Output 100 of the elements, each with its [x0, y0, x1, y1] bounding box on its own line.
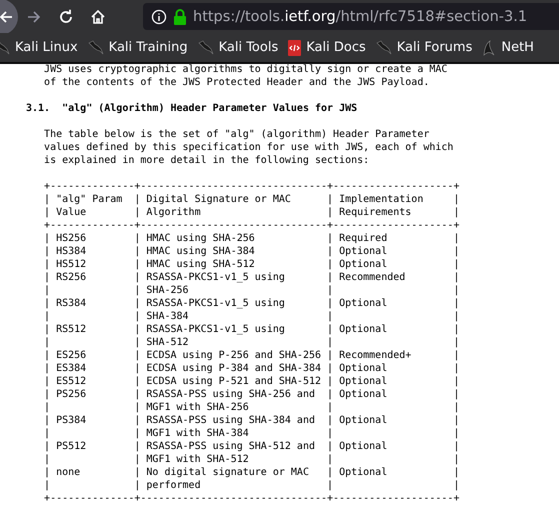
table-rule: | [134, 245, 140, 258]
table-rule: | [453, 362, 460, 375]
table-cell-text: ES512 [55, 375, 88, 388]
back-arrow-icon [0, 8, 14, 24]
table-rule: | | [327, 297, 334, 323]
table-cell-text: Recommended+ [338, 349, 412, 362]
table-rule: | | [44, 466, 50, 492]
address-bar[interactable]: https://tools.ietf.org/html/rfc7518#section-3.1 [143, 3, 559, 30]
table-cell-text: Optional [338, 388, 388, 402]
table-rule: | [453, 258, 460, 271]
table-rule: | [44, 245, 50, 258]
table-cell-text: Optional [338, 362, 388, 375]
section-number: 3.1. [26, 102, 50, 115]
table-cell-text: HMAC using SHA-256 [145, 232, 256, 245]
table-cell-text: Optional [338, 297, 388, 311]
bookmark-link[interactable]: NetH [482, 40, 534, 56]
bookmark-link[interactable]: Kali Training [88, 40, 188, 56]
bookmark-link[interactable]: Kali Forums [376, 40, 472, 56]
table-cell-text: RSASSA-PSS using SHA-384 and MGF1 with SHA-384 [145, 414, 316, 440]
table-rule: | [44, 362, 50, 375]
forward-arrow-icon [26, 8, 42, 24]
table-cell-text: ECDSA using P-384 and SHA-384 [145, 362, 322, 375]
table-rule: | | [453, 271, 460, 297]
table-rule: | [134, 375, 140, 388]
table-rule: | [44, 232, 50, 245]
table-cell-text: No digital signature or MAC performed [145, 466, 310, 492]
table-rule: | | [134, 193, 140, 219]
table-rule: | | [453, 193, 460, 219]
table-cell-text: HMAC using SHA-512 [145, 258, 256, 271]
table-cell-text: RSASSA-PSS using SHA-256 and MGF1 with SHA-256 [145, 388, 316, 414]
table-cell-text: Optional [338, 466, 388, 480]
table-rule: | | [453, 466, 460, 492]
table-cell-text: RS384 [55, 297, 88, 311]
table-cell-text: Required [338, 232, 388, 245]
table-rule: | | [134, 297, 140, 323]
column-header: "alg" Param Value [55, 193, 124, 219]
table-rule: | | [44, 271, 50, 297]
table-rule: | | [134, 466, 140, 492]
table-cell-text: HS512 [55, 258, 88, 271]
table-rule: | | [44, 388, 50, 414]
table-rule: | [327, 258, 334, 271]
body-paragraph: JWS uses cryptographic algorithms to digitally sign or create a MAC of the contents of the JWS Protected Header and the JWS Payload. [43, 63, 448, 89]
document-icon [288, 40, 302, 56]
table-rule: | | [134, 414, 140, 440]
table-rule: | [453, 245, 460, 258]
lock-icon[interactable] [173, 8, 187, 24]
url-text[interactable]: https://tools.ietf.org/html/rfc7518#section-3.1 [193, 8, 528, 24]
table-rule: | [453, 349, 460, 362]
table-rule: | | [453, 440, 460, 466]
table-rule: | | [134, 388, 140, 414]
table-rule: | | [134, 323, 140, 349]
table-cell-text: ECDSA using P-256 and SHA-256 [145, 349, 322, 362]
table-rule: | | [327, 414, 334, 440]
home-icon [90, 8, 106, 24]
table-cell-text: RSASSA-PKCS1-v1_5 using SHA-512 [145, 323, 286, 349]
table-cell-text: Optional [338, 414, 388, 428]
table-rule: | [134, 258, 140, 271]
column-header: Digital Signature or MAC Algorithm [145, 193, 292, 219]
table-cell-text: ES256 [55, 349, 88, 362]
table-cell-text: PS512 [55, 440, 88, 454]
table-rule: | [453, 375, 460, 388]
table-rule: | | [327, 388, 334, 414]
table-rule: | | [327, 323, 334, 349]
table-rule: | | [44, 297, 50, 323]
table-rule: | | [327, 271, 334, 297]
reload-icon [58, 8, 74, 24]
table-rule: | [134, 362, 140, 375]
table-rule: | | [453, 323, 460, 349]
table-rule: | [44, 349, 50, 362]
table-rule: +--------------+-------------------------------+--------------------+ [44, 219, 460, 232]
table-cell-text: none [55, 466, 82, 480]
table-cell-text: Optional [338, 375, 388, 388]
table-cell-text: PS256 [55, 388, 88, 402]
table-rule: | | [44, 323, 50, 349]
table-rule: | [327, 375, 334, 388]
table-rule: | | [44, 414, 50, 440]
table-cell-text: Optional [338, 323, 388, 337]
bookmark-link[interactable]: Kali Docs [288, 40, 366, 56]
table-rule: | | [327, 466, 334, 492]
table-rule: | [134, 349, 140, 362]
table-rule: | | [134, 440, 140, 466]
table-rule: | [44, 375, 50, 388]
table-rule: | [44, 258, 50, 271]
table-cell-text: ECDSA using P-521 and SHA-512 [145, 375, 322, 388]
table-rule: | [327, 232, 334, 245]
table-cell-text: ES384 [55, 362, 88, 375]
bookmark-link[interactable]: Kali Tools [198, 40, 278, 56]
table-cell-text: Optional [338, 245, 388, 258]
bookmark-link[interactable]: Kali Linux [0, 40, 78, 56]
info-icon[interactable] [151, 8, 167, 24]
table-rule: | [134, 232, 140, 245]
table-cell-text: HS256 [55, 232, 88, 245]
table-cell-text: Recommended [338, 271, 406, 285]
table-rule: | | [453, 297, 460, 323]
table-rule: | | [44, 193, 50, 219]
table-cell-text: RS256 [55, 271, 88, 285]
table-cell-text: RS512 [55, 323, 88, 337]
table-rule: | | [453, 414, 460, 440]
table-cell-text: RSASSA-PKCS1-v1_5 using SHA-384 [145, 297, 286, 323]
table-rule: | | [134, 271, 140, 297]
